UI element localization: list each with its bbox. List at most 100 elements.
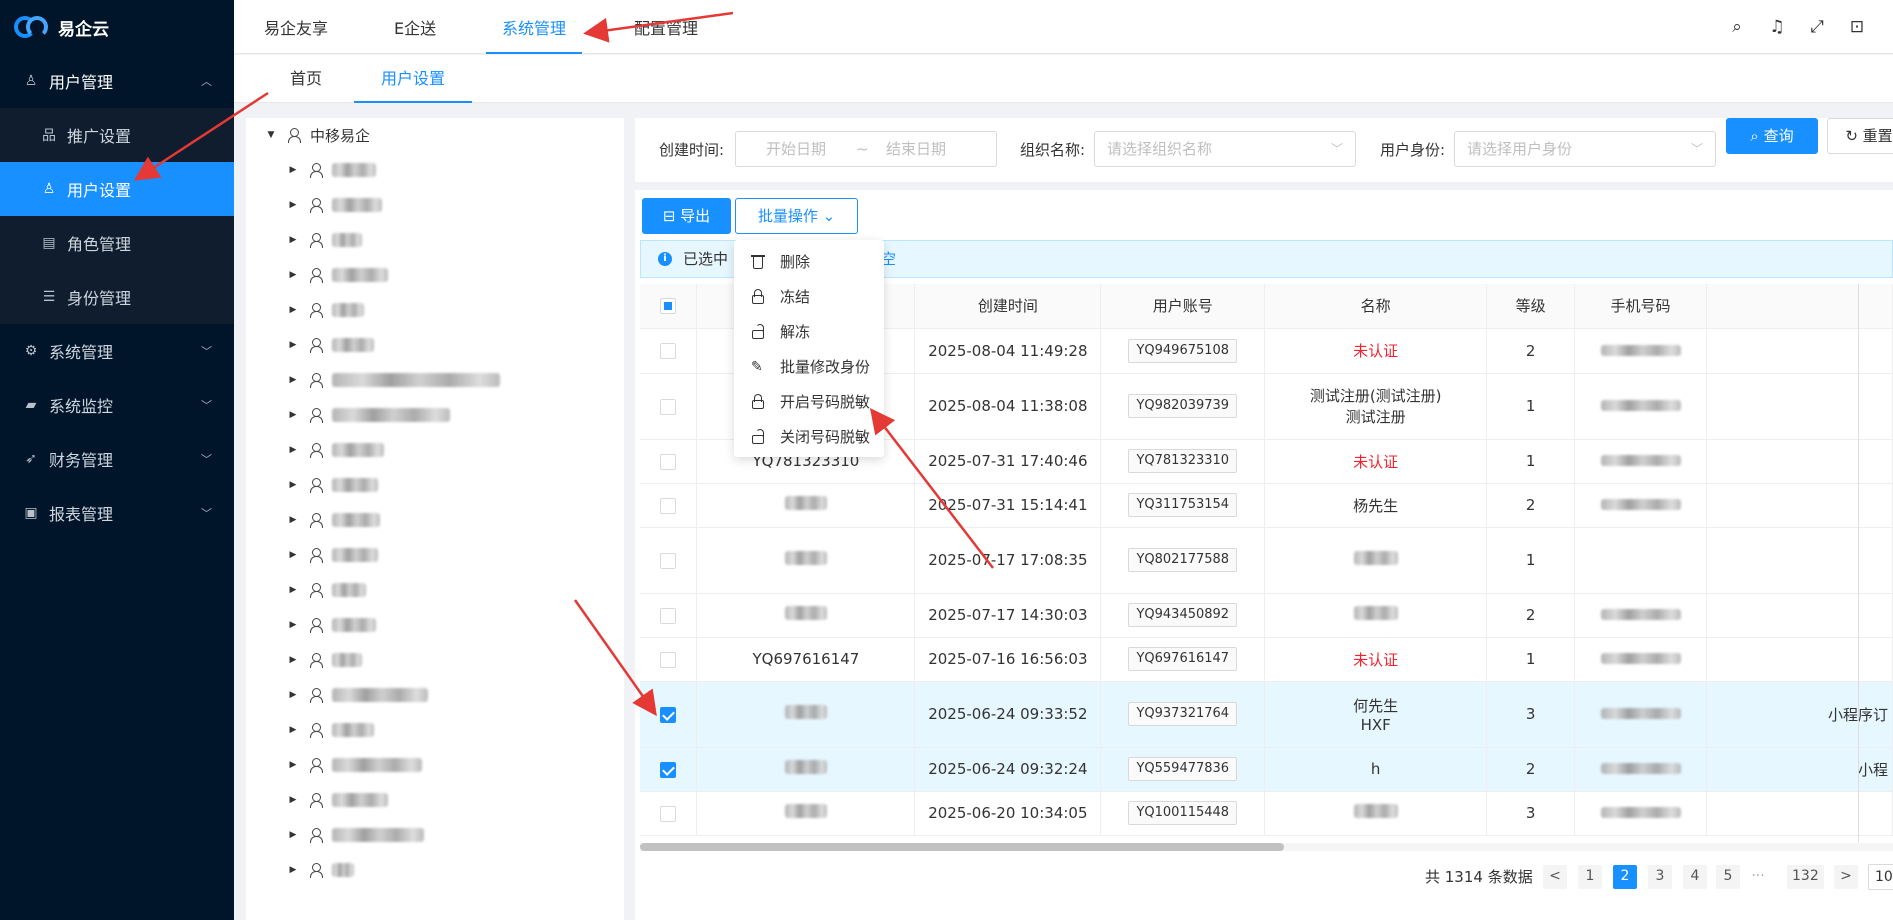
- bell-icon[interactable]: ♫: [1757, 17, 1797, 37]
- tree-node[interactable]: ▶: [286, 680, 428, 710]
- page-button[interactable]: 2: [1613, 865, 1637, 889]
- tree-node[interactable]: ▶: [286, 610, 376, 640]
- tree-node[interactable]: ▶: [286, 295, 364, 325]
- caret-right-icon[interactable]: ▶: [286, 760, 300, 770]
- tree-node[interactable]: ▶: [286, 435, 384, 465]
- sidebar-group-system[interactable]: ⚙ 系统管理 ﹀: [0, 324, 234, 378]
- tree-node[interactable]: ▶: [286, 785, 388, 815]
- date-range-input[interactable]: 开始日期 ~ 结束日期: [735, 131, 997, 167]
- row-select-cell[interactable]: [640, 681, 698, 748]
- sidebar-item-roles[interactable]: ▤ 角色管理: [0, 216, 234, 270]
- select-all-checkbox[interactable]: [660, 298, 677, 315]
- row-checkbox[interactable]: [660, 552, 677, 569]
- caret-right-icon[interactable]: ▶: [286, 235, 300, 245]
- menu-item-delete[interactable]: 删除: [734, 244, 884, 279]
- sidebar-group-user-management[interactable]: ♙ 用户管理 ︿: [0, 54, 234, 108]
- query-button[interactable]: ⌕ 查询: [1726, 118, 1818, 154]
- start-date-placeholder[interactable]: 开始日期: [766, 132, 826, 166]
- caret-right-icon[interactable]: ▶: [286, 340, 300, 350]
- row-select-cell[interactable]: [640, 527, 698, 594]
- page-button[interactable]: 3: [1648, 865, 1672, 889]
- page-button[interactable]: 132: [1787, 865, 1824, 889]
- search-icon[interactable]: ⌕: [1717, 17, 1757, 37]
- row-checkbox[interactable]: [660, 453, 677, 470]
- tree-node[interactable]: ▶: [286, 750, 422, 780]
- select-all-header[interactable]: [640, 284, 698, 329]
- sidebar-group-finance[interactable]: ➶ 财务管理 ﹀: [0, 432, 234, 486]
- sidebar-item-promotion[interactable]: 品 推广设置: [0, 108, 234, 162]
- app-logo[interactable]: 易企云: [0, 0, 234, 54]
- row-checkbox[interactable]: [660, 805, 677, 822]
- page-button[interactable]: 1: [1578, 865, 1602, 889]
- caret-right-icon[interactable]: ▶: [286, 725, 300, 735]
- tree-node[interactable]: ▶: [286, 855, 354, 885]
- row-select-cell[interactable]: [640, 328, 698, 374]
- tree-node[interactable]: ▶: [286, 365, 500, 395]
- caret-right-icon[interactable]: ▶: [286, 305, 300, 315]
- end-date-placeholder[interactable]: 结束日期: [886, 132, 946, 166]
- tab-config-management[interactable]: 配置管理: [634, 0, 698, 54]
- table-row[interactable]: YQ697616147 2025-07-16 16:56:03 YQ69761614…: [640, 637, 1893, 682]
- tab-e-delivery[interactable]: E企送: [394, 0, 436, 54]
- prev-page-button[interactable]: <: [1543, 865, 1567, 889]
- menu-item-batch-edit-role[interactable]: ✎ 批量修改身份: [734, 349, 884, 384]
- page-button[interactable]: 4: [1683, 865, 1707, 889]
- row-select-cell[interactable]: [640, 747, 698, 792]
- caret-right-icon[interactable]: ▶: [286, 515, 300, 525]
- caret-right-icon[interactable]: ▶: [286, 550, 300, 560]
- tree-node[interactable]: ▶: [286, 505, 380, 535]
- tree-node[interactable]: ▶: [286, 330, 374, 360]
- table-row[interactable]: 2025-07-17 17:08:35 YQ802177588 1: [640, 527, 1893, 594]
- tab-user-settings[interactable]: 用户设置: [353, 55, 473, 103]
- row-select-cell[interactable]: [640, 439, 698, 484]
- tree-node[interactable]: ▶: [286, 190, 382, 220]
- reset-button[interactable]: ↻ 重置: [1827, 118, 1893, 154]
- caret-right-icon[interactable]: ▶: [286, 270, 300, 280]
- caret-right-icon[interactable]: ▶: [286, 795, 300, 805]
- tab-yiqi-share[interactable]: 易企友享: [264, 0, 328, 54]
- tree-node[interactable]: ▶: [286, 645, 362, 675]
- row-checkbox[interactable]: [660, 651, 677, 668]
- caret-right-icon[interactable]: ▶: [286, 410, 300, 420]
- caret-right-icon[interactable]: ▶: [286, 480, 300, 490]
- caret-right-icon[interactable]: ▶: [286, 690, 300, 700]
- tab-home[interactable]: 首页: [290, 55, 322, 103]
- sidebar-item-identity[interactable]: ☰ 身份管理: [0, 270, 234, 324]
- org-name-select[interactable]: 请选择组织名称 ﹀: [1094, 131, 1356, 167]
- page-button[interactable]: 5: [1716, 865, 1740, 889]
- caret-right-icon[interactable]: ▶: [286, 165, 300, 175]
- caret-right-icon[interactable]: ▶: [286, 865, 300, 875]
- tree-root[interactable]: ▼ 中移易企: [264, 120, 370, 150]
- row-select-cell[interactable]: [640, 593, 698, 638]
- table-row[interactable]: 2025-07-17 14:30:03 YQ943450892 2: [640, 593, 1893, 638]
- caret-right-icon[interactable]: ▶: [286, 200, 300, 210]
- caret-right-icon[interactable]: ▶: [286, 585, 300, 595]
- caret-right-icon[interactable]: ▶: [286, 655, 300, 665]
- table-row[interactable]: 2025-06-20 10:34:05 YQ100115448 3: [640, 791, 1893, 836]
- caret-right-icon[interactable]: ▶: [286, 830, 300, 840]
- sidebar-group-reports[interactable]: ▣ 报表管理 ﹀: [0, 486, 234, 540]
- export-button[interactable]: ⊟ 导出: [642, 198, 731, 234]
- sidebar-item-user-settings[interactable]: ♙ 用户设置: [0, 162, 234, 216]
- menu-item-unfreeze[interactable]: 解冻: [734, 314, 884, 349]
- batch-operation-button[interactable]: 批量操作 ⌄: [735, 198, 858, 234]
- lock-icon[interactable]: ⊡: [1837, 17, 1877, 37]
- table-row[interactable]: 2025-07-31 15:14:41 YQ311753154 杨先生 2: [640, 483, 1893, 528]
- menu-item-enable-masking[interactable]: 开启号码脱敏: [734, 384, 884, 419]
- horizontal-scrollbar[interactable]: [640, 843, 1893, 851]
- row-checkbox[interactable]: [660, 706, 677, 723]
- caret-right-icon[interactable]: ▶: [286, 445, 300, 455]
- tree-node[interactable]: ▶: [286, 575, 366, 605]
- menu-item-disable-masking[interactable]: 关闭号码脱敏: [734, 419, 884, 454]
- tree-node[interactable]: ▶: [286, 225, 362, 255]
- caret-down-icon[interactable]: ▼: [264, 130, 278, 140]
- tree-node[interactable]: ▶: [286, 400, 450, 430]
- tree-node[interactable]: ▶: [286, 820, 424, 850]
- user-role-select[interactable]: 请选择用户身份 ﹀: [1454, 131, 1716, 167]
- row-checkbox[interactable]: [660, 607, 677, 624]
- fullscreen-icon[interactable]: ⤢: [1797, 17, 1837, 37]
- row-select-cell[interactable]: [640, 373, 698, 440]
- scrollbar-thumb[interactable]: [640, 843, 1284, 851]
- sidebar-group-monitor[interactable]: ▰ 系统监控 ﹀: [0, 378, 234, 432]
- page-size-select[interactable]: 10: [1868, 864, 1893, 890]
